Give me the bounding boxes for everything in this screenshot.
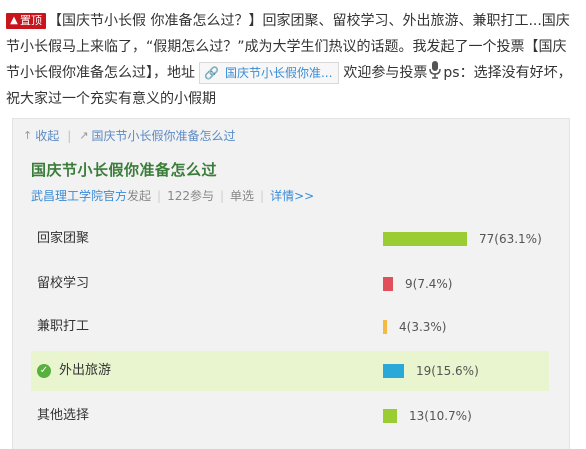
participant-count: 122参与 (167, 189, 214, 203)
post-body: ▲ 置顶 【国庆节小长假 你准备怎么过？】回家团聚、留校学习、外出旅游、兼职打工..… (6, 8, 580, 112)
vote-link-chip[interactable]: 🔗 国庆节小长假你准... (199, 62, 340, 84)
pinned-badge: ▲ 置顶 (6, 13, 46, 29)
option-bar (383, 277, 393, 291)
option-count: 19(15.6%) (416, 364, 479, 378)
option-label: 外出旅游 (59, 363, 112, 378)
microphone-icon (429, 61, 442, 79)
meta-separator: | (260, 188, 265, 203)
vote-option[interactable]: 其他选择 13(10.7%) (31, 396, 549, 436)
option-label: 兼职打工 (37, 319, 90, 334)
collapse-icon: ↑ (23, 129, 33, 142)
toolbar-separator: | (67, 129, 72, 143)
vote-title: 国庆节小长假你准备怎么过 (31, 161, 218, 179)
option-bar (383, 409, 397, 423)
option-label: 留校学习 (37, 276, 90, 291)
meta-separator: | (219, 188, 225, 203)
pinned-label: 置顶 (20, 14, 42, 27)
option-bar (383, 320, 387, 334)
detail-link[interactable]: 详情>> (270, 187, 314, 204)
vote-card: ↑ 收起 | ↗ 国庆节小长假你准备怎么过 国庆节小长假你准备怎么过 武昌理工学… (12, 118, 570, 449)
vote-option-selected[interactable]: ✓ 外出旅游 19(15.6%) (31, 351, 549, 391)
option-label: 其他选择 (37, 408, 90, 423)
arrow-up-icon: ▲ (10, 15, 18, 26)
option-count: 4(3.3%) (399, 320, 447, 334)
vote-option[interactable]: 兼职打工 4(3.3%) (31, 307, 549, 347)
vote-toolbar: ↑ 收起 | ↗ 国庆节小长假你准备怎么过 (23, 127, 236, 145)
option-count: 9(7.4%) (405, 277, 453, 291)
option-count: 77(63.1%) (479, 232, 542, 246)
option-bar (383, 232, 467, 246)
post-text-2: 欢迎参与投票 (343, 65, 428, 81)
vote-mode: 单选 (230, 189, 255, 203)
vote-page-link[interactable]: 国庆节小长假你准备怎么过 (92, 127, 236, 145)
check-icon: ✓ (37, 364, 51, 378)
option-bar (383, 364, 404, 378)
author-suffix: 发起 (127, 189, 152, 203)
vote-link-label: 国庆节小长假你准... (224, 66, 333, 80)
author-link[interactable]: 武昌理工学院官方 (31, 187, 127, 204)
meta-separator: | (157, 188, 162, 203)
link-icon: 🔗 (204, 66, 219, 80)
option-count: 13(10.7%) (409, 409, 472, 423)
collapse-button[interactable]: 收起 (35, 127, 59, 145)
vote-meta: 武昌理工学院官方 发起 | 122参与 | 单选 | 详情>> (31, 187, 314, 204)
vote-option[interactable]: 留校学习 9(7.4%) (31, 264, 549, 304)
topic-link[interactable]: 【国庆节小长假 你准备怎么过？】 (48, 13, 262, 29)
vote-option[interactable]: 回家团聚 77(63.1%) (31, 219, 549, 259)
open-link-icon: ↗ (79, 129, 89, 142)
option-label: 回家团聚 (37, 231, 90, 246)
